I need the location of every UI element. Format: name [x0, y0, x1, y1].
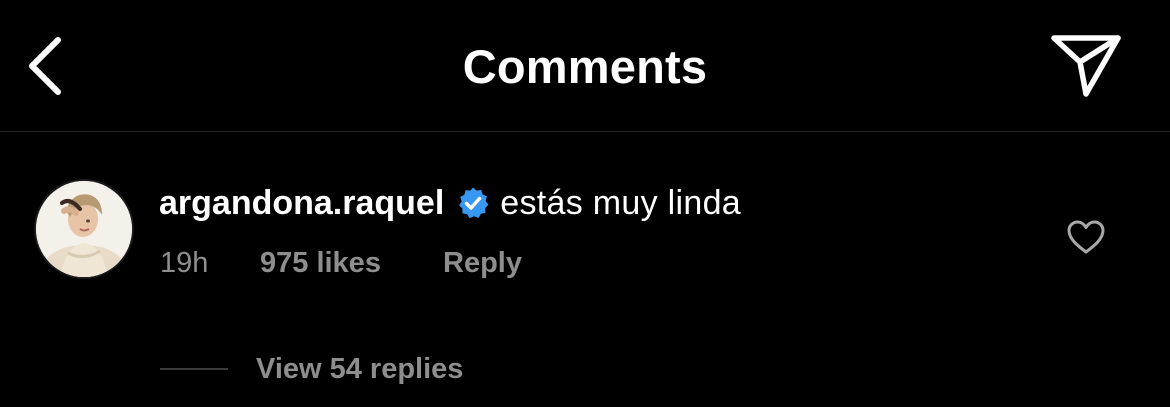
reply-button[interactable]: Reply: [443, 243, 522, 283]
comment-username[interactable]: argandona.raquel: [159, 181, 444, 225]
paper-plane-icon: [1051, 35, 1121, 97]
comment-body: argandona.raquel estás muy linda: [159, 181, 741, 225]
verified-badge-icon: [459, 187, 489, 219]
share-button[interactable]: [1048, 32, 1124, 100]
view-replies-label: View 54 replies: [256, 353, 464, 385]
avatar[interactable]: [36, 181, 132, 277]
replies-divider: [160, 368, 228, 370]
comment-item: argandona.raquel estás muy linda 19h 975…: [0, 133, 1170, 407]
view-replies-button[interactable]: View 54 replies: [160, 349, 463, 389]
page-title: Comments: [462, 40, 708, 93]
comment-text: estás muy linda: [500, 184, 742, 222]
avatar-photo: [36, 181, 132, 277]
heart-outline-icon: [1067, 220, 1105, 254]
comment-timestamp: 19h: [160, 247, 209, 279]
comment-likes-count[interactable]: 975 likes: [260, 243, 381, 283]
comments-header: Comments: [0, 0, 1170, 132]
like-button[interactable]: [1066, 219, 1106, 255]
